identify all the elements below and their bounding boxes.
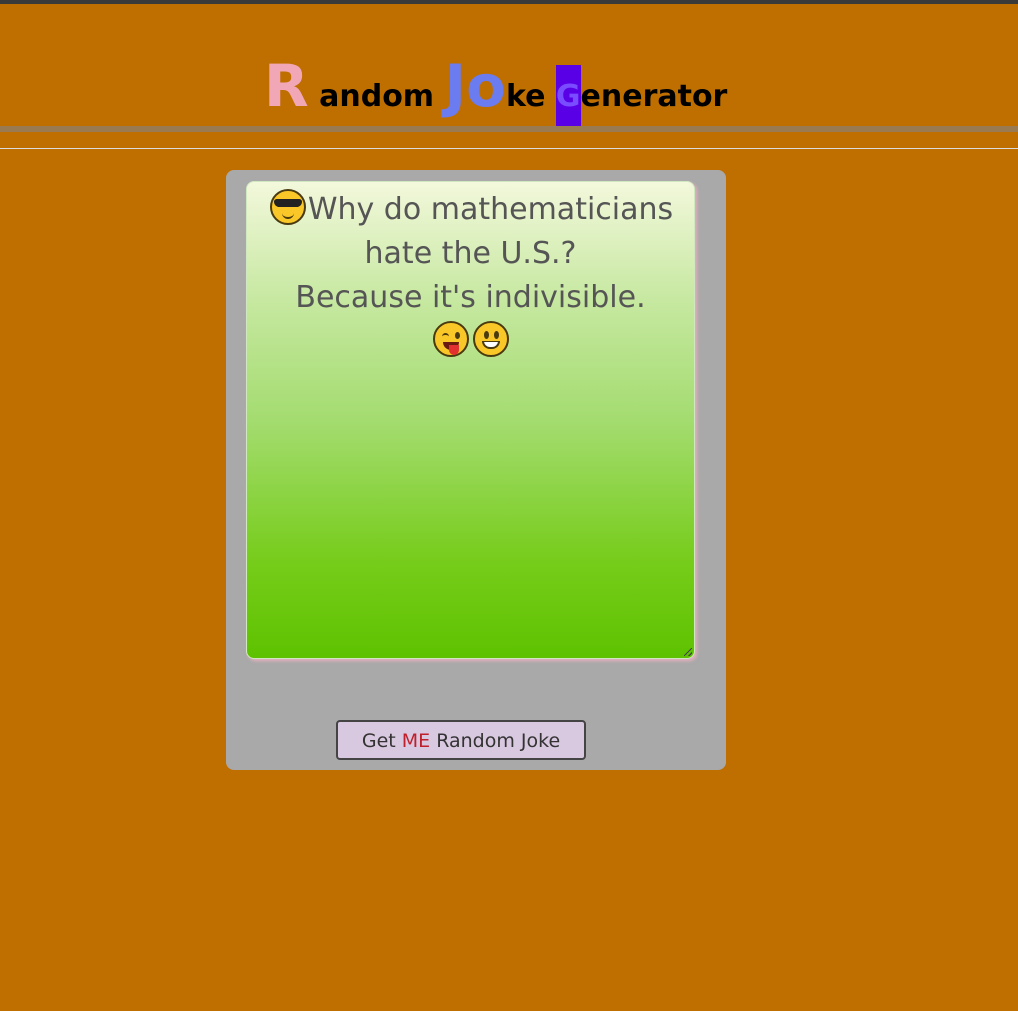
joke-textarea[interactable]: Why do mathematicians hate the U.S.? Bec… — [246, 181, 695, 659]
top-border — [0, 0, 1018, 4]
resize-grip-icon[interactable] — [684, 648, 692, 656]
title-letters-jo: Jo — [444, 52, 506, 120]
smiling-emoji-icon — [472, 321, 509, 357]
winking-tongue-emoji-icon — [432, 321, 469, 357]
joke-line-3: Because it's indivisible. — [295, 280, 646, 315]
sunglasses-emoji-icon — [269, 189, 306, 225]
header-rule — [0, 148, 1018, 149]
title-word-andom: andom — [308, 79, 445, 114]
joke-line-2: hate the U.S.? — [364, 236, 577, 271]
button-suffix: Random Joke — [430, 730, 561, 752]
title-word-enerator: enerator — [580, 79, 728, 114]
title-letter-r: R — [264, 52, 309, 120]
header-divider — [0, 126, 1018, 132]
joke-line-4 — [247, 320, 694, 364]
button-prefix: Get — [361, 730, 402, 752]
title-word-ke: ke — [505, 79, 556, 114]
button-highlight: ME — [401, 730, 431, 752]
joke-text-1: Why do mathematicians — [307, 192, 674, 227]
get-random-joke-button[interactable]: Get ME Random Joke — [336, 720, 586, 760]
page-title: R andom Joke Generator — [264, 52, 727, 129]
title-letter-g: G — [555, 65, 581, 129]
joke-line-1: Why do mathematicians — [247, 188, 694, 232]
